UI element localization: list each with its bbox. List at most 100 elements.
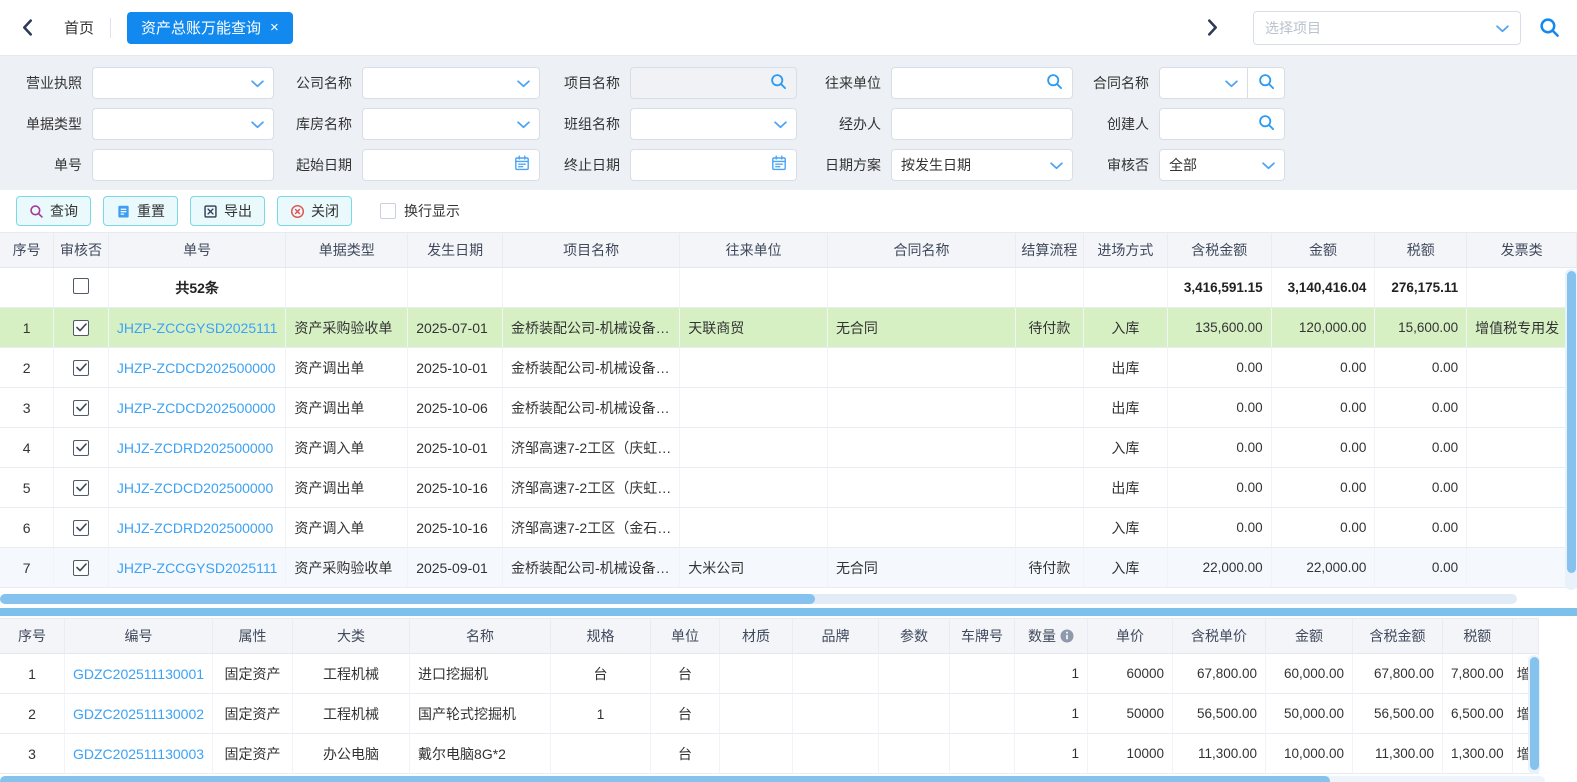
detail-column-header-1: 编号	[65, 618, 213, 654]
panel-splitter[interactable]	[0, 608, 1577, 616]
asset-code-link[interactable]: GDZC202511130003	[73, 746, 204, 762]
row-checkbox[interactable]	[73, 560, 89, 576]
row-checkbox[interactable]	[73, 400, 89, 416]
row-checkbox[interactable]	[73, 440, 89, 456]
cell: 11,300.00	[1353, 734, 1443, 774]
scrollbar-thumb[interactable]	[1567, 271, 1576, 573]
cell: 0.00	[1375, 428, 1467, 468]
cell: 56,500.00	[1353, 694, 1443, 734]
creator-input[interactable]	[1169, 116, 1258, 132]
wrap-display-checkbox[interactable]	[380, 203, 396, 219]
wrap-display-toggle[interactable]: 换行显示	[380, 201, 460, 221]
doc-no-link[interactable]: JHJZ-ZCDRD202500000	[117, 520, 273, 536]
scrollbar-thumb[interactable]	[0, 776, 1330, 782]
table-row[interactable]: 5JHJZ-ZCDCD202500000资产调出单2025-10-16济邹高速7…	[0, 468, 1577, 508]
cell	[54, 508, 109, 548]
project-select[interactable]: 选择项目	[1253, 11, 1521, 45]
table-row[interactable]: 3JHZP-ZCDCD202500000资产调出单2025-10-06金桥装配公…	[0, 388, 1577, 428]
calendar-icon[interactable]	[514, 155, 530, 174]
search-icon[interactable]	[1258, 114, 1275, 134]
start-date-input[interactable]	[372, 157, 514, 173]
main-table-vertical-scrollbar[interactable]	[1565, 269, 1577, 590]
date-scheme-select[interactable]: 按发生日期	[891, 149, 1073, 181]
cell: 资产调出单	[286, 348, 408, 388]
asset-code-link[interactable]: GDZC202511130001	[73, 666, 204, 682]
start-date-field	[362, 149, 540, 181]
row-checkbox[interactable]	[73, 520, 89, 536]
row-checkbox[interactable]	[73, 320, 89, 336]
detail-table-row[interactable]: 2GDZC202511130002固定资产工程机械国产轮式挖掘机1台150000…	[0, 694, 1539, 734]
export-button-label: 导出	[224, 201, 252, 221]
main-table-header: 序号审核否单号单据类型发生日期项目名称往来单位合同名称结算流程进场方式含税金额金…	[0, 232, 1577, 268]
cell: 22,000.00	[1272, 548, 1376, 588]
tabs-scroll-left-icon[interactable]	[16, 17, 38, 39]
doc-no-input[interactable]	[102, 157, 264, 173]
doc-no-link[interactable]: JHZP-ZCDCD202500000	[117, 400, 276, 416]
scrollbar-thumb[interactable]	[0, 594, 815, 604]
export-button[interactable]: 导出	[190, 196, 265, 226]
contract-name-search-button[interactable]	[1248, 68, 1284, 98]
row-checkbox[interactable]	[73, 278, 89, 294]
audit-status-select[interactable]: 全部	[1159, 149, 1285, 181]
asset-code-link[interactable]: GDZC202511130002	[73, 706, 204, 722]
main-table-horizontal-scrollbar[interactable]	[0, 594, 1517, 604]
doc-no-link[interactable]: JHJZ-ZCDRD202500000	[117, 440, 273, 456]
doc-no-link[interactable]: JHZP-ZCCGYSD2025111	[117, 320, 278, 336]
cell: 10,000.00	[1266, 734, 1353, 774]
end-date-input[interactable]	[640, 157, 771, 173]
close-icon[interactable]: ×	[270, 20, 279, 35]
table-row[interactable]: 2JHZP-ZCDCD202500000资产调出单2025-10-01金桥装配公…	[0, 348, 1577, 388]
cell: 无合同	[828, 548, 1016, 588]
cell: 入库	[1084, 308, 1168, 348]
table-row[interactable]: 7JHZP-ZCCGYSD2025111资产采购验收单2025-09-01金桥装…	[0, 548, 1577, 588]
cell: 0.00	[1168, 428, 1272, 468]
team-name-select[interactable]	[630, 108, 797, 140]
summary-cell: 3,416,591.15	[1168, 268, 1272, 308]
tab-asset-ledger-query[interactable]: 资产总账万能查询 ×	[127, 12, 293, 44]
doc-no-link[interactable]: JHZP-ZCCGYSD2025111	[117, 560, 278, 576]
row-checkbox[interactable]	[73, 480, 89, 496]
row-checkbox[interactable]	[73, 360, 89, 376]
cell: 3	[0, 388, 54, 428]
contract-name-label: 合同名称	[1073, 73, 1159, 93]
detail-table-horizontal-scrollbar[interactable]	[0, 776, 1545, 782]
doc-no-field	[92, 149, 274, 181]
table-row[interactable]: 1JHZP-ZCCGYSD2025111资产采购验收单2025-07-01金桥装…	[0, 308, 1577, 348]
project-name-input[interactable]	[640, 75, 770, 91]
cell	[54, 388, 109, 428]
cell: 0.00	[1375, 348, 1467, 388]
detail-table-row[interactable]: 3GDZC202511130003固定资产办公电脑戴尔电脑8G*2台110000…	[0, 734, 1539, 774]
qty-info-icon[interactable]	[1060, 629, 1074, 643]
warehouse-name-select[interactable]	[362, 108, 540, 140]
counterparty-input[interactable]	[901, 75, 1046, 91]
cell: 金桥装配公司-机械设备…	[503, 308, 680, 348]
company-name-select[interactable]	[362, 67, 540, 99]
filter-group-doc-type: 单据类型	[0, 108, 274, 140]
project-search-icon[interactable]	[1537, 16, 1561, 40]
reset-button[interactable]: 重置	[103, 196, 178, 226]
doc-type-select[interactable]	[92, 108, 274, 140]
search-icon[interactable]	[770, 73, 787, 93]
doc-no-link[interactable]: JHJZ-ZCDCD202500000	[117, 480, 273, 496]
business-license-select[interactable]	[92, 67, 274, 99]
cell	[879, 694, 950, 734]
tab-home[interactable]: 首页	[64, 17, 94, 38]
detail-table-vertical-scrollbar[interactable]	[1528, 655, 1540, 774]
cell	[680, 468, 828, 508]
handler-input[interactable]	[901, 116, 1063, 132]
tabs-scroll-right-icon[interactable]	[1201, 17, 1223, 39]
table-row[interactable]: 6JHJZ-ZCDRD202500000资产调入单2025-10-16济邹高速7…	[0, 508, 1577, 548]
search-icon[interactable]	[1046, 73, 1063, 93]
cell: 5	[0, 468, 54, 508]
detail-table-row[interactable]: 1GDZC202511130001固定资产工程机械进口挖掘机台台16000067…	[0, 654, 1539, 694]
contract-name-select[interactable]	[1160, 68, 1248, 98]
filter-group-doc-no: 单号	[0, 149, 274, 181]
close-button[interactable]: 关闭	[277, 196, 352, 226]
doc-no-link[interactable]: JHZP-ZCDCD202500000	[117, 360, 276, 376]
calendar-icon[interactable]	[771, 155, 787, 174]
scrollbar-thumb[interactable]	[1530, 657, 1539, 770]
cell	[720, 694, 793, 734]
table-row[interactable]: 4JHJZ-ZCDRD202500000资产调入单2025-10-01济邹高速7…	[0, 428, 1577, 468]
query-button[interactable]: 查询	[16, 196, 91, 226]
cell: 出库	[1084, 468, 1168, 508]
